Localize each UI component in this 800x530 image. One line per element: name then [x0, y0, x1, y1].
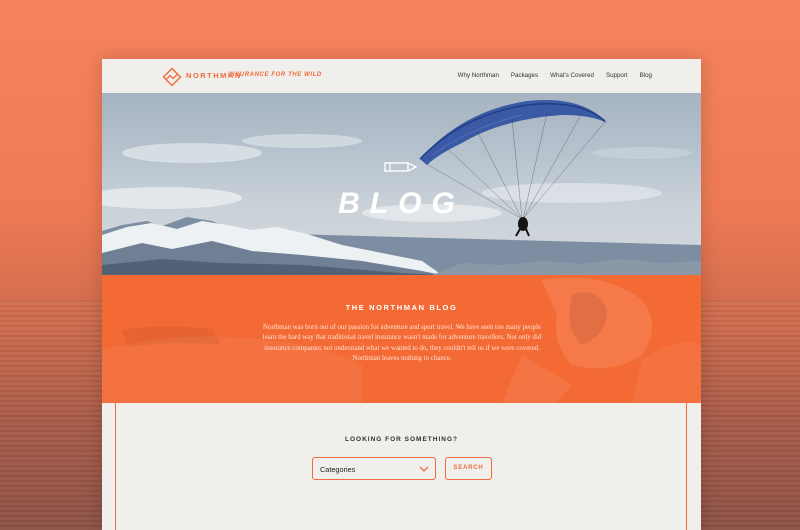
nav-item-packages[interactable]: Packages [511, 72, 538, 79]
site-header: NORTHMAN INSURANCE FOR THE WILD Why Nort… [102, 59, 701, 93]
category-select-value: Categories [320, 465, 356, 474]
border-line-left [115, 403, 116, 530]
nav-item-whats-covered[interactable]: What's Covered [550, 72, 594, 79]
intro-body: Northman was born out of our passion for… [262, 324, 542, 363]
page-title: BLOG [338, 187, 465, 220]
nav-item-support[interactable]: Support [606, 72, 628, 79]
category-select[interactable]: Categories [312, 457, 436, 480]
search-button[interactable]: SEARCH [445, 457, 492, 480]
hero-banner: BLOG [102, 93, 701, 275]
logo-icon[interactable] [162, 67, 182, 87]
nav-item-why-northman[interactable]: Why Northman [458, 72, 499, 79]
nav-item-blog[interactable]: Blog [640, 72, 652, 79]
search-section: LOOKING FOR SOMETHING? Categories SEARCH [102, 403, 701, 530]
main-nav: Why Northman Packages What's Covered Sup… [458, 72, 652, 79]
intro-title: THE NORTHMAN BLOG [345, 303, 458, 312]
chevron-down-icon [419, 466, 429, 472]
website-mockup: NORTHMAN INSURANCE FOR THE WILD Why Nort… [102, 59, 701, 530]
pencil-icon [384, 162, 418, 172]
intro-section: THE NORTHMAN BLOG Northman was born out … [102, 275, 701, 403]
hero-photo [102, 99, 701, 275]
brand-tagline: INSURANCE FOR THE WILD [228, 72, 322, 78]
border-line-right [686, 403, 687, 530]
search-heading: LOOKING FOR SOMETHING? [345, 436, 458, 443]
